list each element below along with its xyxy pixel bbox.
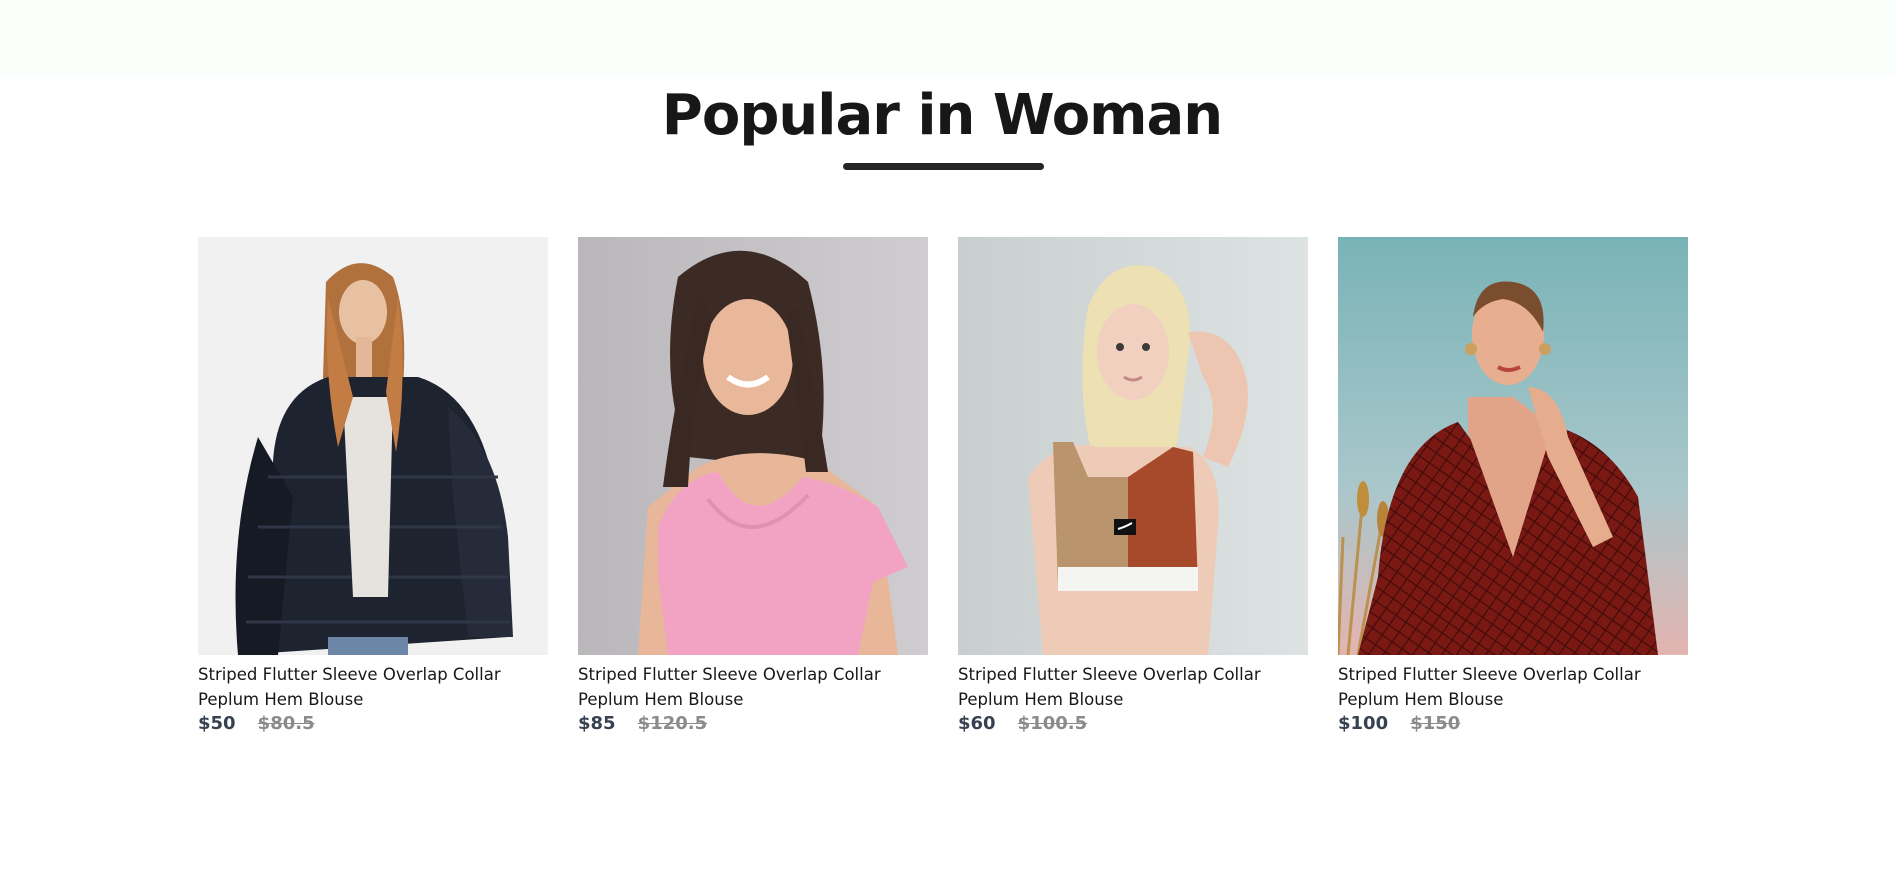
product-image[interactable] (578, 237, 928, 655)
product-card[interactable]: Striped Flutter Sleeve Overlap Collar Pe… (1338, 237, 1688, 737)
product-card[interactable]: Striped Flutter Sleeve Overlap Collar Pe… (578, 237, 928, 737)
product-prices: $100 $150 (1338, 713, 1688, 737)
woman-red-patterned-dress-photo (1338, 237, 1688, 655)
section-title: Popular in Woman (661, 83, 1223, 148)
product-prices: $50 $80.5 (198, 713, 548, 737)
product-card[interactable]: Striped Flutter Sleeve Overlap Collar Pe… (958, 237, 1308, 737)
product-card[interactable]: Striped Flutter Sleeve Overlap Collar Pe… (198, 237, 548, 737)
title-underline (843, 163, 1044, 170)
product-image[interactable] (198, 237, 548, 655)
product-prices: $60 $100.5 (958, 713, 1308, 737)
price-new: $60 (958, 713, 996, 734)
product-name[interactable]: Striped Flutter Sleeve Overlap Collar Pe… (578, 662, 928, 712)
price-new: $50 (198, 713, 236, 734)
product-image[interactable] (958, 237, 1308, 655)
product-name[interactable]: Striped Flutter Sleeve Overlap Collar Pe… (198, 662, 548, 712)
product-prices: $85 $120.5 (578, 713, 928, 737)
price-old: $80.5 (257, 713, 315, 734)
price-old: $150 (1410, 713, 1461, 734)
product-image[interactable] (1338, 237, 1688, 655)
price-old: $120.5 (637, 713, 708, 734)
woman-black-fur-jacket-photo (198, 237, 548, 655)
woman-sports-crop-top-photo (958, 237, 1308, 655)
woman-pink-top-photo (578, 237, 928, 655)
top-band (0, 0, 1895, 77)
price-new: $100 (1338, 713, 1389, 734)
price-old: $100.5 (1017, 713, 1088, 734)
product-name[interactable]: Striped Flutter Sleeve Overlap Collar Pe… (1338, 662, 1688, 712)
product-grid: Striped Flutter Sleeve Overlap Collar Pe… (198, 237, 1690, 737)
product-name[interactable]: Striped Flutter Sleeve Overlap Collar Pe… (958, 662, 1308, 712)
price-new: $85 (578, 713, 616, 734)
